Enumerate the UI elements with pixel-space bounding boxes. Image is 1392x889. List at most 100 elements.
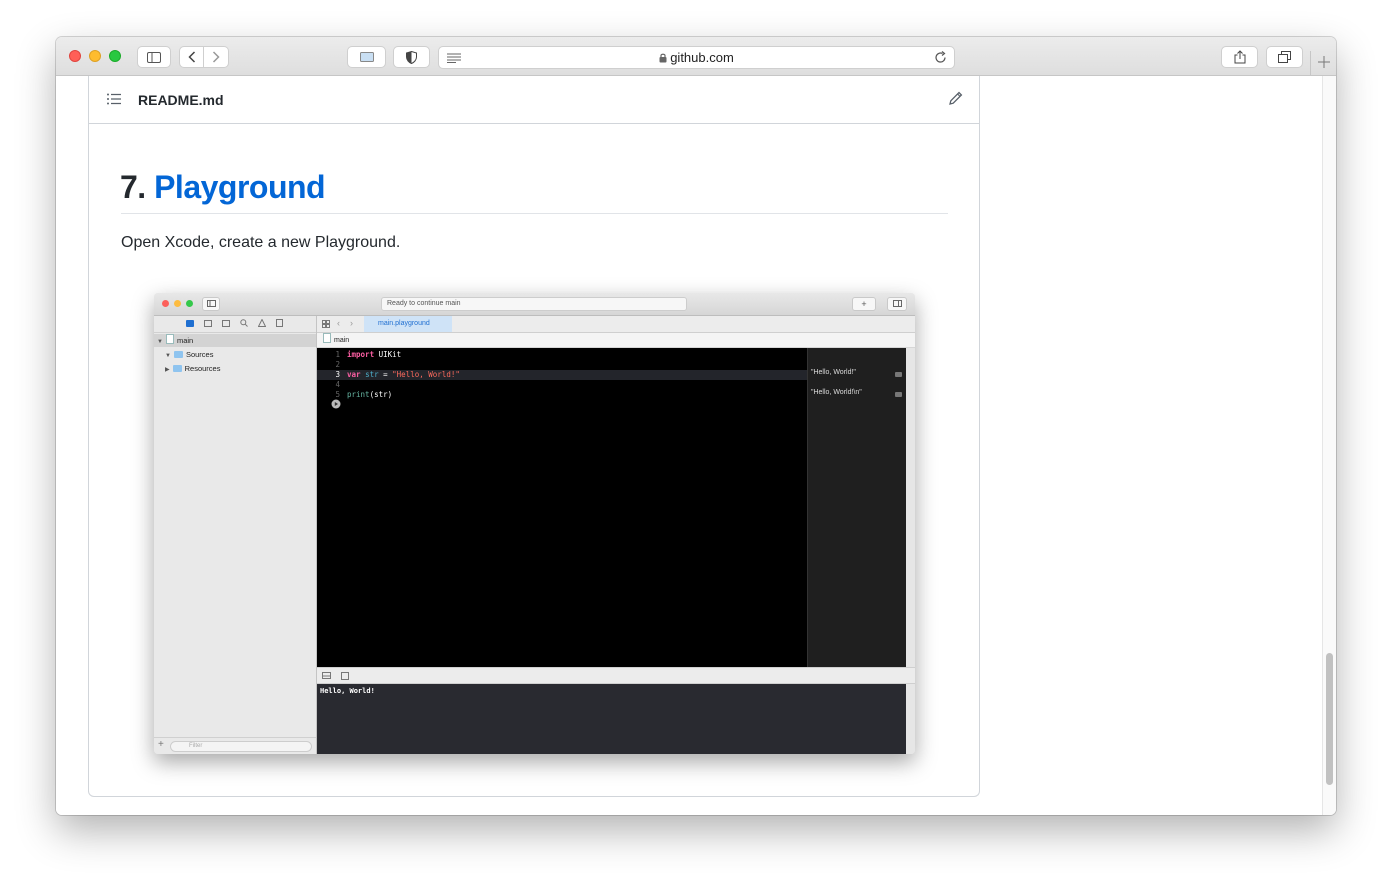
sidebar-icon (206, 300, 216, 307)
hide-debug-area-icon (322, 672, 331, 679)
reload-icon[interactable] (934, 51, 947, 64)
shield-icon (406, 50, 417, 64)
forward-button[interactable] (204, 46, 229, 68)
minimize-window-button[interactable] (89, 50, 101, 62)
address-bar[interactable]: github.com (438, 46, 955, 69)
xcode-right-edge (906, 348, 915, 754)
code-line: 5 print(str) (317, 390, 807, 400)
disclosure-open-icon: ▼ (165, 353, 171, 359)
line-number: 4 (335, 380, 340, 389)
symbol-icon (222, 320, 230, 327)
xcode-inspector-toggle (887, 297, 907, 311)
lock-icon (659, 53, 667, 63)
zoom-window-button[interactable] (109, 50, 121, 62)
source-control-icon (204, 320, 212, 327)
chevron-right-icon: › (350, 318, 353, 328)
chevron-left-icon (187, 51, 195, 63)
xcode-tab-bar: ‹ › main.playground (317, 316, 915, 333)
list-icon[interactable] (107, 93, 121, 105)
disclosure-open-icon: ▼ (157, 339, 163, 345)
code-keyword: var (347, 370, 361, 379)
chevron-left-icon: ‹ (337, 318, 340, 328)
xcode-navigator-tabs (154, 316, 316, 333)
playground-file-icon (165, 334, 174, 344)
tab-overview-button[interactable] (1266, 46, 1303, 68)
quick-look-icon (895, 392, 902, 397)
code-function: print (347, 390, 370, 399)
sidebar-icon (147, 51, 161, 63)
xcode-results-sidebar: "Hello, World!" "Hello, World!\n" (807, 348, 907, 667)
jump-bar-label: main (334, 337, 350, 344)
grid-icon (322, 320, 330, 328)
xcode-console: Hello, World! (317, 684, 906, 754)
code-line: 4 (317, 380, 807, 390)
disclosure-closed-icon: ▶ (165, 367, 170, 373)
playground-file-icon (323, 333, 331, 343)
warning-icon (258, 319, 266, 327)
xcode-debug-bar (317, 667, 915, 684)
folder-icon (172, 365, 182, 372)
line-number: 3 (335, 370, 340, 379)
pencil-icon[interactable] (949, 91, 963, 105)
xcode-code-editor: 1 import UIKit 2 3 var str = "Hello, World… (317, 348, 807, 667)
nav-item-resources: ▶ Resources (154, 362, 316, 375)
code-text: UIKit (374, 350, 402, 359)
new-tab-button[interactable] (1310, 51, 1336, 75)
xcode-navigator: ▼ main ▼ Sources ▶ Resources + Filter (154, 316, 317, 754)
mail-extension-icon (359, 52, 374, 62)
line-number: 2 (335, 360, 340, 369)
xcode-filter-field: Filter (170, 741, 312, 752)
line-number: 1 (335, 350, 340, 359)
paragraph-text: Open Xcode, create a new Playground. (121, 234, 401, 251)
url-text: github.com (670, 50, 734, 65)
share-button[interactable] (1221, 46, 1258, 68)
xcode-screenshot-image: Ready to continue main + ▼ main ▼ Source… (154, 293, 915, 754)
report-icon (276, 319, 283, 327)
heading-number: 7. (120, 169, 146, 205)
xcode-jump-bar: main (317, 333, 915, 348)
privacy-button[interactable] (393, 46, 430, 68)
tabs-icon (1278, 51, 1291, 63)
inspector-icon (892, 300, 902, 307)
xcode-minimize-dot (174, 300, 181, 307)
page-scrollbar-thumb[interactable] (1326, 653, 1333, 785)
stop-icon (341, 672, 349, 680)
code-identifier: str (365, 370, 379, 379)
readme-header: README.md (89, 76, 979, 124)
nav-item-main: ▼ main (154, 334, 316, 347)
back-button[interactable] (179, 46, 204, 68)
readme-filename[interactable]: README.md (138, 92, 224, 108)
xcode-library-button: + (852, 297, 876, 311)
run-icon (331, 399, 341, 409)
browser-toolbar: github.com (56, 37, 1336, 76)
nav-item-sources-label: Sources (185, 350, 214, 359)
folder-icon (186, 320, 194, 327)
xcode-toolbar: Ready to continue main + (154, 293, 915, 316)
code-line: 2 (317, 360, 807, 370)
sidebar-toggle-button[interactable] (137, 46, 171, 68)
result-value: "Hello, World!" (811, 369, 856, 376)
result-value: "Hello, World!\n" (811, 389, 862, 396)
chevron-right-icon (212, 51, 220, 63)
close-window-button[interactable] (69, 50, 81, 62)
browser-window: github.com README.md 7. Playground Open (56, 37, 1336, 815)
code-keyword: import (347, 350, 375, 359)
heading-divider (121, 213, 948, 214)
extension-button[interactable] (347, 46, 386, 68)
nav-item-resources-label: Resources (184, 364, 221, 373)
heading-link[interactable]: Playground (154, 169, 326, 205)
url-display: github.com (439, 50, 954, 65)
xcode-close-dot (162, 300, 169, 307)
code-line-current: 3 var str = "Hello, World!" (317, 370, 807, 380)
code-text: (str) (369, 390, 393, 399)
nav-item-main-label: main (176, 336, 194, 345)
xcode-navigator-toggle (202, 297, 220, 311)
xcode-zoom-dot (186, 300, 193, 307)
share-icon (1234, 50, 1245, 64)
page-content: README.md 7. Playground Open Xcode, crea… (56, 76, 1322, 815)
code-string: "Hello, World!" (392, 370, 460, 379)
nav-item-sources: ▼ Sources (154, 348, 316, 361)
xcode-tab-main-playground: main.playground (364, 316, 452, 332)
code-text: = (378, 370, 393, 379)
xcode-status-field: Ready to continue main (381, 297, 687, 311)
